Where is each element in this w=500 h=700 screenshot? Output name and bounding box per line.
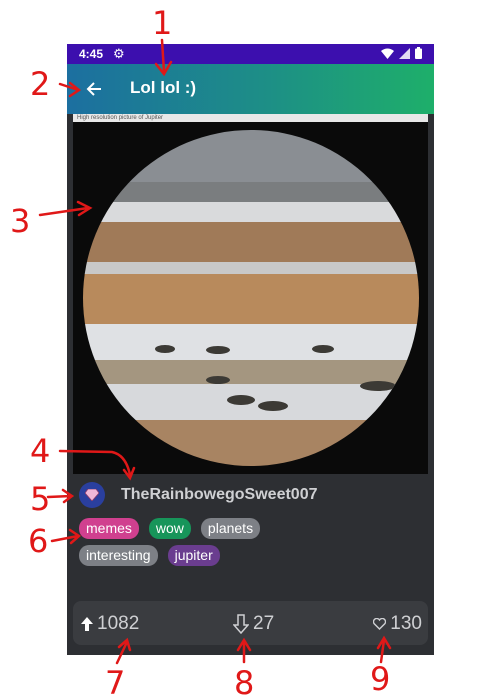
favorite-button[interactable]: 130 — [373, 613, 422, 635]
tag-row: memes wow planets — [79, 518, 429, 539]
annotation-9: 9 — [370, 660, 390, 698]
wifi-icon — [381, 48, 394, 59]
annotation-8: 8 — [234, 664, 254, 700]
annotation-3: 3 — [10, 202, 30, 240]
gem-icon — [85, 489, 99, 501]
tag-memes[interactable]: memes — [79, 518, 139, 539]
annotation-5: 5 — [30, 480, 50, 518]
back-arrow-icon — [86, 82, 101, 96]
battery-icon — [415, 47, 422, 59]
phone-screen: 4:45 ⚙ Lol lol :) High resolution pictur… — [67, 44, 434, 655]
tag-planets[interactable]: planets — [200, 518, 261, 539]
annotation-1: 1 — [152, 4, 172, 42]
annotation-4: 4 — [30, 432, 50, 470]
avatar[interactable] — [79, 482, 105, 508]
page-title: Lol lol :) — [130, 78, 197, 97]
post-image-graphic — [73, 122, 428, 474]
downvote-count: 27 — [253, 613, 275, 634]
favorite-count: 130 — [390, 613, 422, 634]
heart-icon — [373, 618, 387, 630]
tag-wow[interactable]: wow — [148, 518, 191, 539]
author-row[interactable]: TheRainbowegoSweet007 — [79, 482, 318, 508]
annotation-6: 6 — [28, 522, 48, 560]
status-time: 4:45 — [79, 47, 104, 61]
signal-icon — [399, 47, 410, 59]
post-image[interactable] — [73, 122, 428, 474]
annotation-2: 2 — [30, 65, 50, 103]
arrow-down-icon — [233, 614, 249, 634]
tag-jupiter[interactable]: jupiter — [167, 545, 220, 566]
downvote-button[interactable]: 27 — [233, 613, 274, 635]
upvote-button[interactable]: 1082 — [81, 613, 139, 635]
post-caption-strip: High resolution picture of Jupiter — [73, 114, 428, 122]
status-bar: 4:45 ⚙ — [67, 44, 434, 64]
tag-row: interesting jupiter — [79, 545, 429, 566]
tag-list: memes wow planets interesting jupiter — [79, 518, 429, 572]
status-icons — [381, 47, 422, 59]
post-actions-bar: 1082 27 130 — [73, 601, 428, 645]
author-name[interactable]: TheRainbowegoSweet007 — [121, 486, 318, 504]
upvote-count: 1082 — [97, 613, 140, 634]
gear-icon: ⚙ — [113, 46, 125, 61]
arrow-up-icon — [81, 617, 93, 631]
back-button[interactable] — [79, 74, 109, 104]
annotation-7: 7 — [105, 664, 125, 700]
tag-interesting[interactable]: interesting — [79, 545, 158, 566]
app-toolbar: Lol lol :) — [67, 64, 434, 114]
